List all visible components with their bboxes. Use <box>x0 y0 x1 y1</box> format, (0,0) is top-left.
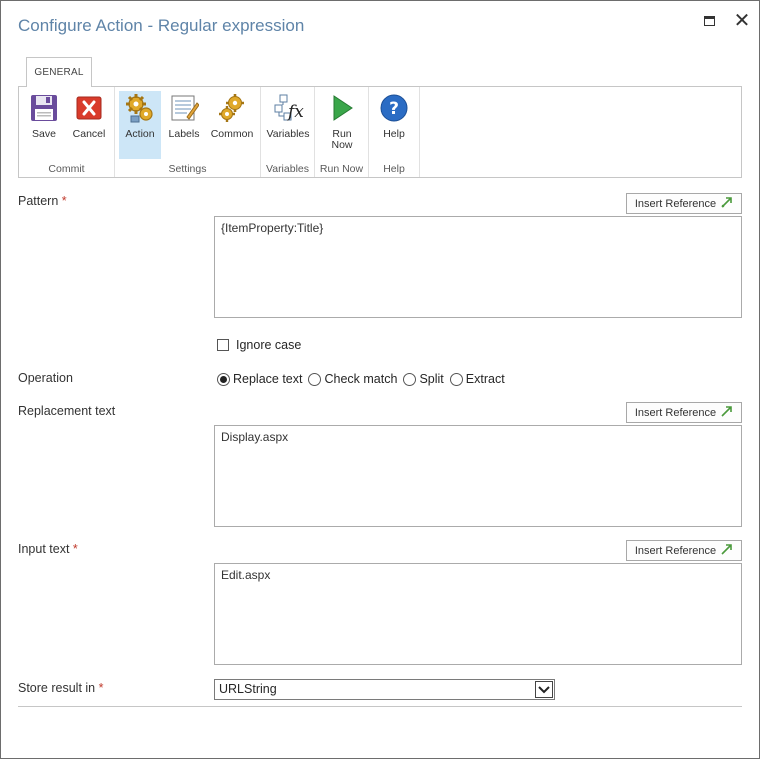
labels-button[interactable]: Labels <box>163 91 205 159</box>
tab-general[interactable]: GENERAL <box>26 57 92 87</box>
save-label: Save <box>32 128 56 140</box>
insert-reference-button-pattern[interactable]: Insert Reference <box>626 193 742 214</box>
input-text-label: Input text * <box>18 542 78 556</box>
help-question-icon: ? <box>378 91 410 125</box>
radio-check-match-button[interactable] <box>308 372 322 386</box>
cancel-button[interactable]: Cancel <box>68 91 110 159</box>
insert-reference-label: Insert Reference <box>634 406 717 419</box>
floppy-disk-icon <box>28 91 60 125</box>
radio-extract-label: Extract <box>465 372 505 386</box>
close-icon: ✕ <box>733 10 751 32</box>
operation-radio-group: Replace text Check match Split Extract <box>217 372 511 386</box>
bottom-divider <box>18 706 742 707</box>
run-now-button[interactable]: Run Now <box>319 91 365 159</box>
group-label-commit: Commit <box>48 163 85 175</box>
insert-reference-label: Insert Reference <box>634 544 717 557</box>
ribbon-group-commit: Save Cancel Commit <box>19 87 115 177</box>
insert-reference-arrow-icon <box>721 543 733 558</box>
ribbon-group-help: ? Help Help <box>369 87 420 177</box>
required-marker: * <box>61 194 67 208</box>
pattern-label: Pattern * <box>18 194 67 208</box>
variables-button[interactable]: fx Variables <box>263 91 313 159</box>
operation-label: Operation <box>18 371 73 385</box>
group-label-run-now: Run Now <box>319 163 364 175</box>
help-label: Help <box>383 128 405 140</box>
play-icon <box>326 91 358 125</box>
pattern-label-text: Pattern <box>18 194 59 208</box>
variables-fx-icon: fx <box>272 91 304 125</box>
insert-reference-button-replacement[interactable]: Insert Reference <box>626 402 742 423</box>
radio-replace-text[interactable]: Replace text <box>217 372 302 386</box>
configure-action-dialog: Configure Action - Regular expression ✕ … <box>0 0 760 759</box>
cancel-label: Cancel <box>72 128 106 140</box>
ignore-case-row: Ignore case <box>217 338 301 352</box>
group-label-help: Help <box>383 163 405 175</box>
ribbon-group-settings: Action Labels Common Settings <box>115 87 261 177</box>
input-textarea[interactable]: Edit.aspx <box>214 563 742 665</box>
ribbon-group-variables: fx Variables Variables <box>261 87 315 177</box>
maximize-icon <box>703 16 715 26</box>
radio-split-label: Split <box>419 372 444 386</box>
store-result-select[interactable]: URLString <box>214 679 555 700</box>
store-result-label-text: Store result in <box>18 681 96 695</box>
group-label-variables: Variables <box>266 163 309 175</box>
action-button[interactable]: Action <box>119 91 161 159</box>
ribbon: Save Cancel Commit Action Labels Common … <box>18 86 742 178</box>
chevron-down-icon[interactable] <box>535 681 553 698</box>
dialog-title: Configure Action - Regular expression <box>18 16 305 35</box>
help-button[interactable]: ? Help <box>373 91 415 159</box>
cancel-icon <box>73 91 105 125</box>
radio-split[interactable]: Split <box>403 372 444 386</box>
radio-split-button[interactable] <box>403 372 417 386</box>
input-text-label-text: Input text <box>18 542 70 556</box>
ignore-case-label: Ignore case <box>236 338 302 352</box>
store-result-label: Store result in * <box>18 681 103 695</box>
maximize-button[interactable] <box>699 11 719 31</box>
svg-text:?: ? <box>389 99 399 119</box>
radio-extract-button[interactable] <box>449 372 463 386</box>
variables-label: Variables <box>266 128 310 140</box>
group-label-settings: Settings <box>168 163 207 175</box>
radio-replace-text-button[interactable] <box>217 372 230 386</box>
svg-text:fx: fx <box>286 102 304 122</box>
save-button[interactable]: Save <box>24 91 64 159</box>
replacement-textarea[interactable]: Display.aspx <box>214 425 742 527</box>
gears-icon <box>124 91 156 125</box>
store-result-value: URLString <box>219 682 277 696</box>
labels-notepad-icon <box>168 91 200 125</box>
ignore-case-checkbox[interactable] <box>217 339 229 351</box>
close-button[interactable]: ✕ <box>732 11 752 31</box>
radio-extract[interactable]: Extract <box>449 372 505 386</box>
ribbon-group-run-now: Run Now Run Now <box>315 87 369 177</box>
common-button[interactable]: Common <box>207 91 257 159</box>
replacement-text-label: Replacement text <box>18 404 116 418</box>
common-label: Common <box>210 128 254 140</box>
run-now-label-line2: Now <box>331 139 353 151</box>
labels-label: Labels <box>168 128 200 140</box>
radio-check-match[interactable]: Check match <box>308 372 397 386</box>
insert-reference-label: Insert Reference <box>634 197 717 210</box>
insert-reference-button-input[interactable]: Insert Reference <box>626 540 742 561</box>
insert-reference-arrow-icon <box>721 196 733 211</box>
radio-check-match-label: Check match <box>324 372 398 386</box>
pattern-textarea[interactable]: {ItemProperty:Title} <box>214 216 742 318</box>
action-label: Action <box>125 128 155 140</box>
required-marker: * <box>72 542 78 556</box>
common-gears-icon <box>216 91 248 125</box>
required-marker: * <box>98 681 104 695</box>
radio-replace-text-label: Replace text <box>233 372 303 386</box>
insert-reference-arrow-icon <box>721 405 733 420</box>
